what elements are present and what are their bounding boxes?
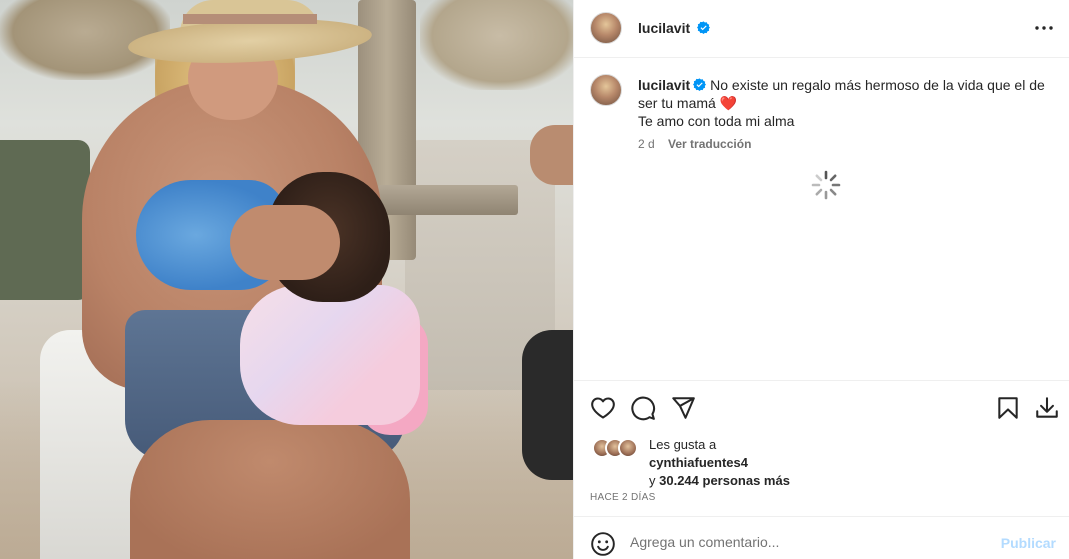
- verified-badge-icon: [693, 78, 707, 91]
- author-username[interactable]: lucilavit: [638, 20, 711, 36]
- caption-time: 2 d: [638, 137, 655, 151]
- download-icon[interactable]: [1034, 395, 1060, 421]
- loading-spinner-icon: [811, 170, 841, 200]
- verified-badge-icon: [697, 21, 711, 34]
- heart-icon[interactable]: [590, 395, 616, 421]
- likes-count[interactable]: 30.244 personas más: [659, 473, 790, 488]
- emoji-icon[interactable]: [590, 531, 616, 557]
- post-header: lucilavit: [574, 0, 1069, 58]
- post-photo[interactable]: [0, 0, 573, 559]
- caption-username[interactable]: lucilavit: [638, 77, 690, 93]
- likes-text: Les gusta a cynthiafuentes4 y 30.244 per…: [649, 437, 790, 488]
- caption-text: lucilavit No existe un regalo más hermos…: [638, 76, 1058, 130]
- see-translation-link[interactable]: Ver traducción: [668, 137, 751, 151]
- liker-avatars[interactable]: [592, 438, 648, 458]
- caption-avatar[interactable]: [590, 74, 622, 106]
- share-icon[interactable]: [670, 395, 696, 421]
- bookmark-icon[interactable]: [995, 395, 1021, 421]
- post-timestamp[interactable]: HACE 2 DÍAS: [590, 492, 656, 503]
- liker-username[interactable]: cynthiafuentes4: [649, 455, 748, 470]
- comment-input[interactable]: [630, 534, 970, 550]
- post-details-panel: lucilavit lucilavit No existe un regalo …: [573, 0, 1069, 559]
- comment-bar: Publicar: [574, 516, 1069, 559]
- caption-meta: 2 d Ver traducción: [638, 137, 751, 151]
- publish-button[interactable]: Publicar: [1001, 535, 1056, 551]
- heart-emoji: ❤️: [719, 95, 738, 111]
- comment-icon[interactable]: [630, 395, 656, 421]
- author-avatar[interactable]: [590, 12, 622, 44]
- more-options-icon[interactable]: [1032, 16, 1056, 40]
- action-bar: [574, 380, 1069, 435]
- caption-body-line2: Te amo con toda mi alma: [638, 113, 795, 129]
